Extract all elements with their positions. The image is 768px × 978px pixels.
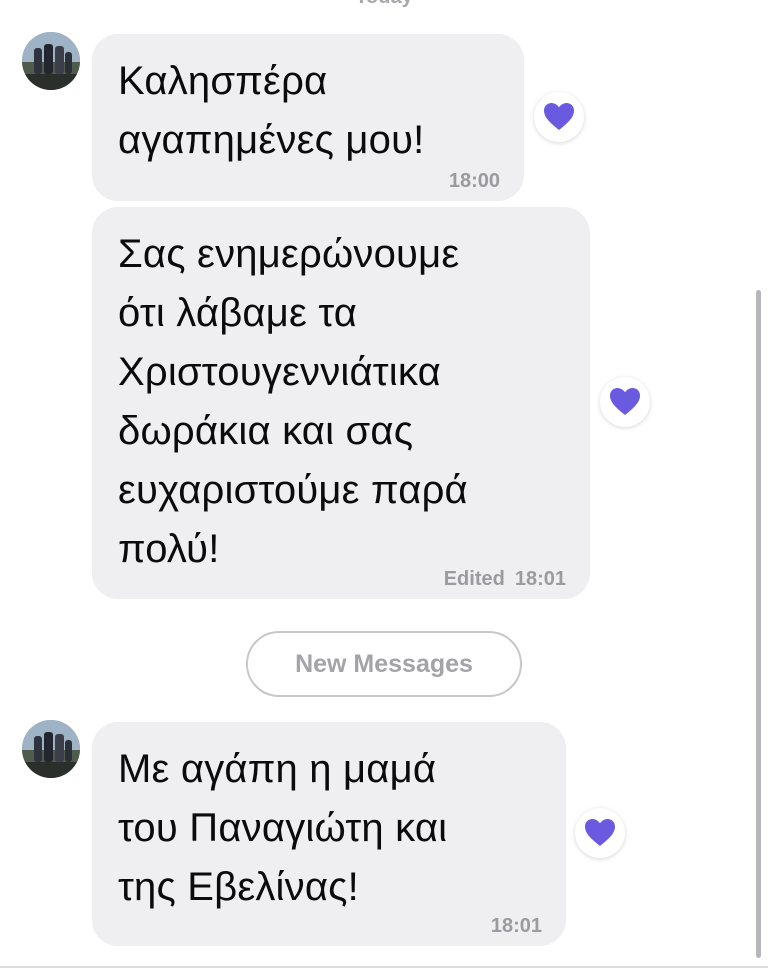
message-time: 18:01 [490,915,542,937]
heart-icon [585,819,615,846]
message-time: 18:00 [448,170,500,192]
reaction-badge[interactable] [534,92,584,142]
sender-avatar[interactable] [22,32,80,90]
reaction-badge[interactable] [575,808,625,858]
message-meta: 18:00 [449,170,500,193]
scrollbar[interactable] [756,290,761,958]
message-bubble[interactable]: Καλησπέρα αγαπημένες μου! 18:00 [92,34,524,201]
message-text: Καλησπέρα αγαπημένες μου! [118,59,425,162]
avatar-photo-icon [22,720,80,778]
message-bubble[interactable]: Σας ενημερώνουμε ότι λάβαμε τα Χριστουγε… [92,207,590,599]
date-separator: Today [0,0,768,9]
heart-icon [610,388,640,415]
edited-label: Edited [443,568,505,590]
message-meta: Edited 18:01 [444,568,566,591]
avatar-photo-icon [22,32,80,90]
reaction-badge[interactable] [600,377,650,427]
sender-avatar[interactable] [22,720,80,778]
message-time: 18:01 [514,568,566,590]
message-meta: 18:01 [491,915,542,938]
divider [0,966,768,968]
message-text: Με αγάπη η μαμά του Παναγιώτη και της Εβ… [118,747,448,909]
heart-icon [544,103,574,130]
new-messages-button[interactable]: New Messages [246,631,522,697]
message-text: Σας ενημερώνουμε ότι λάβαμε τα Χριστουγε… [118,232,468,571]
message-bubble[interactable]: Με αγάπη η μαμά του Παναγιώτη και της Εβ… [92,722,566,946]
